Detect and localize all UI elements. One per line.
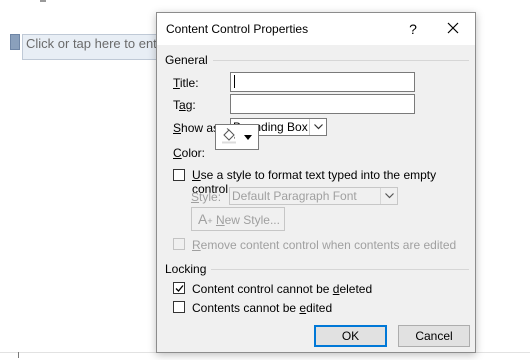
- general-group-label: General: [165, 53, 208, 67]
- content-control-placeholder[interactable]: Click or tap here to enter text.: [22, 34, 172, 60]
- style-value: Default Paragraph Font: [232, 189, 357, 203]
- close-icon: [447, 22, 459, 34]
- locking-group-rule: [211, 269, 469, 270]
- style-dropdown-arrow[interactable]: [380, 188, 397, 204]
- use-style-checkbox[interactable]: [173, 169, 185, 181]
- color-label: Color:: [173, 146, 206, 160]
- cancel-button[interactable]: Cancel: [398, 325, 470, 347]
- color-picker-button[interactable]: [215, 124, 259, 150]
- remove-control-checkbox[interactable]: [173, 238, 185, 250]
- tag-label: Tag:: [173, 98, 196, 112]
- content-control-handle[interactable]: [10, 34, 20, 50]
- remove-control-label[interactable]: Remove content control when contents are…: [192, 238, 456, 252]
- style-select[interactable]: Default Paragraph Font: [229, 187, 398, 205]
- locking-group-label: Locking: [165, 262, 207, 276]
- style-label: Style:: [191, 190, 222, 204]
- paint-bucket-icon: [222, 128, 236, 144]
- chevron-down-icon: [313, 124, 323, 130]
- cannot-delete-label[interactable]: Content control cannot be deleted: [192, 282, 372, 296]
- cannot-edit-checkbox[interactable]: [173, 301, 185, 313]
- tag-input[interactable]: [230, 94, 415, 114]
- title-input[interactable]: [230, 72, 415, 92]
- cannot-edit-label[interactable]: Contents cannot be edited: [192, 301, 332, 315]
- ok-button[interactable]: OK: [314, 325, 387, 347]
- content-control-properties-dialog: Content Control Properties ? General Tit…: [156, 12, 476, 353]
- help-button[interactable]: ?: [403, 19, 423, 39]
- dialog-titlebar[interactable]: Content Control Properties ?: [157, 13, 475, 45]
- chevron-down-icon: [384, 193, 394, 199]
- general-group-rule: [213, 60, 469, 61]
- show-as-dropdown-arrow[interactable]: [309, 119, 326, 135]
- plus-icon: +: [207, 216, 213, 226]
- content-control[interactable]: Click or tap here to enter text.: [10, 34, 172, 60]
- new-style-button[interactable]: A+ New Style...: [191, 207, 285, 231]
- document-top-mark: [40, 0, 46, 2]
- checkmark-icon: [175, 285, 184, 292]
- title-label: Title:: [173, 76, 199, 90]
- new-style-icon: A: [198, 211, 208, 227]
- close-button[interactable]: [441, 19, 465, 39]
- cannot-delete-checkbox[interactable]: [173, 282, 185, 294]
- document-cursor-mark: [18, 352, 19, 358]
- chevron-down-icon: [244, 135, 252, 140]
- dialog-title: Content Control Properties: [166, 22, 309, 36]
